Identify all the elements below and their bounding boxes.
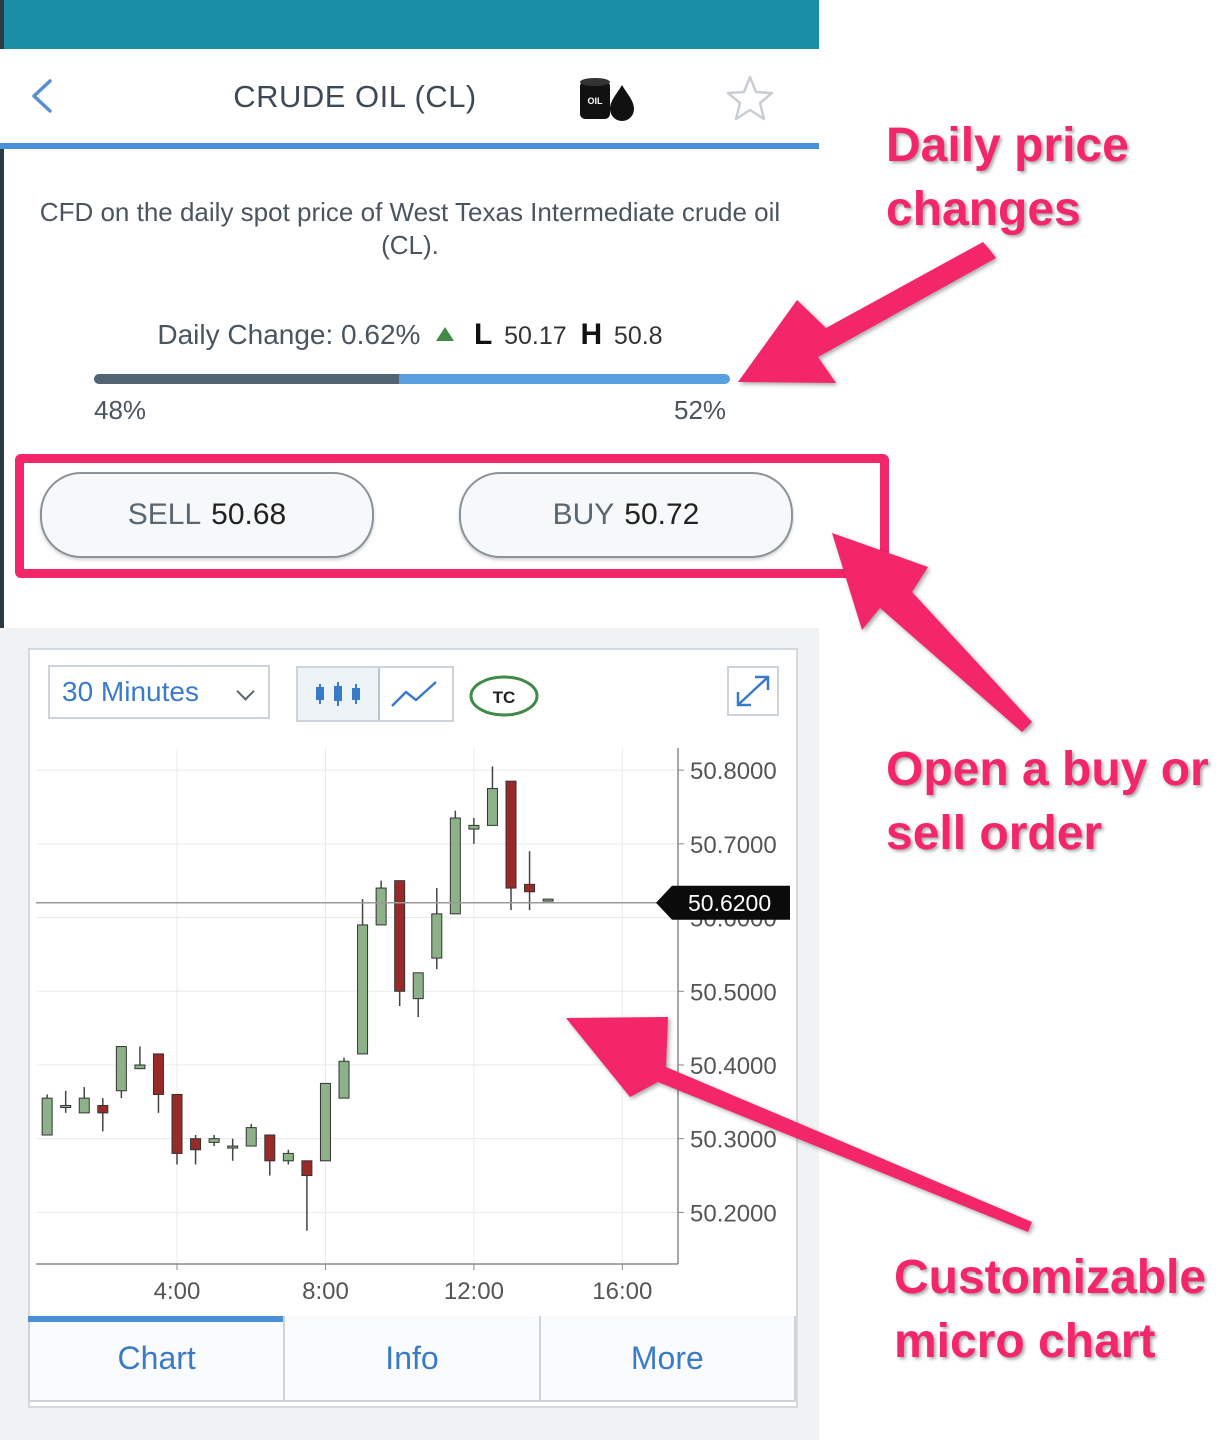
- y-tick-label: 50.8000: [690, 758, 777, 785]
- candle-body: [78, 1097, 90, 1114]
- annotation-line: Open a buy or: [886, 743, 1209, 796]
- interval-dropdown[interactable]: 30 Minutes: [48, 665, 270, 719]
- high-label: H: [580, 318, 603, 351]
- daily-change-row: Daily Change: 0.62% L 50.17 H 50.8: [40, 318, 780, 352]
- candle-body: [524, 883, 536, 893]
- candle-body: [115, 1046, 127, 1092]
- tab-chart[interactable]: Chart: [28, 1316, 286, 1402]
- candle-body: [338, 1060, 350, 1099]
- sell-percentage: 48%: [94, 395, 147, 425]
- annotation-line: sell order: [886, 807, 1103, 860]
- candle-body: [542, 898, 554, 902]
- candlestick-type-icon[interactable]: [298, 668, 380, 720]
- candle-body: [282, 1152, 294, 1162]
- annotation-line: micro chart: [894, 1315, 1156, 1368]
- candle-body: [375, 887, 387, 926]
- chevron-down-icon: [236, 682, 255, 701]
- tab-more[interactable]: More: [540, 1316, 796, 1402]
- line-type-icon[interactable]: [378, 668, 452, 720]
- annotation-daily-price-changes: Daily price changes: [886, 114, 1129, 242]
- candle-body: [264, 1134, 276, 1162]
- y-tick-label: 50.3000: [690, 1127, 777, 1154]
- candle-body: [431, 913, 443, 959]
- candle-body: [171, 1093, 183, 1154]
- candle-body: [208, 1138, 220, 1143]
- tab-info[interactable]: Info: [285, 1316, 541, 1402]
- x-tick-label: 8:00: [302, 1278, 349, 1305]
- candle-body: [301, 1160, 313, 1177]
- favorite-star-icon[interactable]: [724, 73, 776, 125]
- candle-body: [97, 1105, 109, 1114]
- candle-body: [152, 1053, 164, 1095]
- sentiment-bar-sell-fill: [94, 374, 400, 384]
- annotation-line: changes: [886, 183, 1081, 236]
- annotation-line: Daily price: [886, 119, 1129, 172]
- oil-barrel-icon: OIL: [580, 78, 634, 121]
- candle-body: [60, 1105, 72, 1109]
- mobile-app-screen: CRUDE OIL (CL) OIL CFD on the daily spot…: [0, 0, 819, 1440]
- candle-body: [245, 1127, 257, 1147]
- high-value: 50.8: [613, 322, 663, 350]
- tc-label: TC: [493, 688, 516, 707]
- candle-body: [394, 880, 406, 992]
- low-label: L: [474, 318, 493, 351]
- interval-value: 30 Minutes: [62, 676, 199, 707]
- trading-central-icon[interactable]: TC: [468, 674, 540, 718]
- app-header: CRUDE OIL (CL) OIL: [0, 49, 819, 145]
- candle-body: [190, 1138, 202, 1151]
- candlestick-chart[interactable]: 50.800050.700050.600050.500050.400050.30…: [30, 740, 790, 1310]
- status-bar: [0, 0, 819, 49]
- sentiment-bar: [94, 374, 730, 384]
- buy-percentage: 52%: [674, 395, 727, 425]
- expand-icon[interactable]: [727, 666, 779, 716]
- instrument-description: CFD on the daily spot price of West Texa…: [39, 197, 781, 260]
- y-tick-label: 50.5000: [690, 979, 777, 1006]
- header-divider: [0, 143, 819, 149]
- candle-body: [486, 788, 498, 826]
- x-tick-label: 4:00: [154, 1278, 201, 1305]
- candle-body: [134, 1064, 146, 1070]
- current-price-label: 50.6200: [688, 890, 771, 916]
- candle-body: [227, 1145, 239, 1149]
- page-title: CRUDE OIL (CL): [233, 79, 477, 114]
- bottom-tabs: Chart Info More: [28, 1316, 796, 1402]
- up-triangle-icon: [436, 327, 455, 341]
- chart-type-toggle: [296, 666, 454, 722]
- annotation-open-order: Open a buy or sell order: [886, 738, 1209, 866]
- candle-body: [41, 1097, 53, 1136]
- candle-body: [412, 972, 424, 1000]
- annotation-micro-chart: Customizable micro chart: [894, 1246, 1206, 1374]
- daily-change-value: 0.62%: [341, 319, 421, 350]
- daily-change-label: Daily Change:: [157, 319, 334, 350]
- candle-body: [449, 817, 461, 915]
- y-tick-label: 50.2000: [690, 1200, 777, 1227]
- candle-body: [468, 824, 480, 830]
- back-arrow-icon[interactable]: [22, 71, 62, 121]
- low-value: 50.17: [504, 322, 567, 350]
- trade-buttons-highlight: [15, 454, 889, 578]
- candle-body: [357, 924, 369, 1055]
- y-tick-label: 50.4000: [690, 1053, 777, 1080]
- x-tick-label: 12:00: [444, 1278, 504, 1305]
- x-tick-label: 16:00: [592, 1278, 652, 1305]
- y-tick-label: 50.7000: [690, 832, 777, 859]
- oil-icon-text: OIL: [588, 96, 604, 106]
- candle-body: [505, 780, 517, 889]
- candle-body: [319, 1082, 331, 1162]
- annotation-line: Customizable: [894, 1251, 1207, 1304]
